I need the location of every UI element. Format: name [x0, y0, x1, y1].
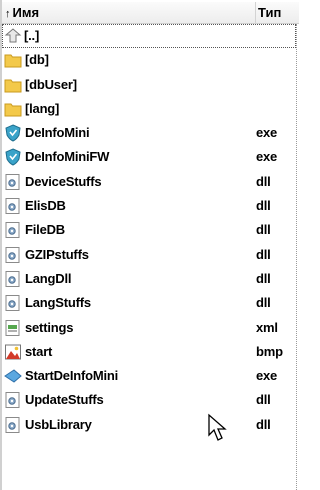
file-row[interactable]: GZIPstuffs dll	[2, 243, 296, 267]
dll-icon	[4, 294, 22, 312]
file-row[interactable]: settings xml	[2, 316, 296, 340]
file-row[interactable]: start bmp	[2, 340, 296, 364]
file-panel: ↑ Имя Тип [..] [db] [dbUser] [lang] DeInfoMin…	[0, 0, 299, 490]
file-row[interactable]: DeInfoMini exe	[2, 121, 296, 145]
file-type: dll	[256, 392, 271, 408]
arrow-exe-icon	[4, 367, 22, 385]
file-name: LangDll	[25, 270, 72, 286]
folder-icon	[4, 51, 22, 69]
shield-exe-icon	[4, 124, 22, 142]
file-name: FileDB	[25, 222, 65, 238]
column-header-bar: ↑ Имя Тип	[2, 2, 299, 24]
type-column-header[interactable]: Тип	[258, 2, 299, 24]
file-name: StartDeInfoMini	[25, 368, 119, 384]
file-name: UpdateStuffs	[25, 392, 104, 408]
file-name: ElisDB	[25, 198, 66, 214]
file-name: [..]	[24, 28, 40, 43]
file-name: [lang]	[25, 100, 60, 116]
file-name: DeviceStuffs	[25, 173, 102, 189]
folder-icon	[4, 76, 22, 94]
file-row[interactable]: [db]	[2, 48, 296, 72]
file-type: exe	[256, 125, 278, 141]
sort-arrow-icon: ↑	[5, 8, 11, 20]
file-row[interactable]: UsbLibrary dll	[2, 413, 296, 437]
file-list: [..] [db] [dbUser] [lang] DeInfoMini exe DeInf…	[2, 24, 296, 437]
file-row[interactable]: [..]	[2, 24, 296, 49]
bmp-icon	[4, 343, 22, 361]
file-row[interactable]: [dbUser]	[2, 73, 296, 97]
column-divider	[296, 24, 299, 490]
file-name: [dbUser]	[25, 76, 77, 92]
file-type: dll	[256, 222, 271, 238]
dll-icon	[4, 246, 22, 264]
xml-icon	[4, 319, 22, 337]
file-name: GZIPstuffs	[25, 246, 89, 262]
file-name: settings	[25, 319, 74, 335]
dll-icon	[4, 416, 22, 434]
file-name: LangStuffs	[25, 295, 91, 311]
dll-icon	[4, 173, 22, 191]
shield-exe-icon	[4, 148, 22, 167]
mouse-cursor-icon	[208, 413, 227, 441]
file-type: bmp	[256, 343, 283, 359]
dll-icon	[4, 270, 22, 288]
file-type: exe	[256, 368, 278, 384]
file-type: dll	[256, 416, 271, 432]
up-icon	[4, 27, 22, 45]
name-column-label: Имя	[12, 5, 40, 20]
type-column-label: Тип	[258, 5, 282, 20]
file-name: DeInfoMini	[25, 125, 90, 141]
folder-icon	[4, 100, 22, 118]
file-row[interactable]: ElisDB dll	[2, 194, 296, 218]
name-column-header[interactable]: ↑ Имя	[2, 2, 256, 24]
file-row[interactable]: [lang]	[2, 97, 296, 121]
file-row[interactable]: LangDll dll	[2, 267, 296, 291]
file-type: dll	[256, 270, 271, 286]
file-row[interactable]: LangStuffs dll	[2, 291, 296, 315]
file-name: UsbLibrary	[25, 416, 92, 432]
file-type: dll	[256, 295, 271, 311]
file-type: dll	[256, 246, 271, 262]
file-row[interactable]: FileDB dll	[2, 218, 296, 242]
file-type: dll	[256, 198, 271, 214]
file-row[interactable]: DeviceStuffs dll	[2, 170, 296, 194]
file-name: [db]	[25, 52, 49, 68]
file-type: exe	[256, 149, 278, 165]
dll-icon	[4, 221, 22, 239]
file-row[interactable]: UpdateStuffs dll	[2, 388, 296, 412]
file-type: dll	[256, 173, 271, 189]
file-name: DeInfoMiniFW	[25, 149, 110, 165]
file-row[interactable]: DeInfoMiniFW exe	[2, 145, 296, 169]
file-name: start	[25, 343, 53, 359]
dll-icon	[4, 391, 22, 409]
file-row[interactable]: StartDeInfoMini exe	[2, 364, 296, 388]
file-type: xml	[256, 319, 278, 335]
dll-icon	[4, 197, 22, 215]
